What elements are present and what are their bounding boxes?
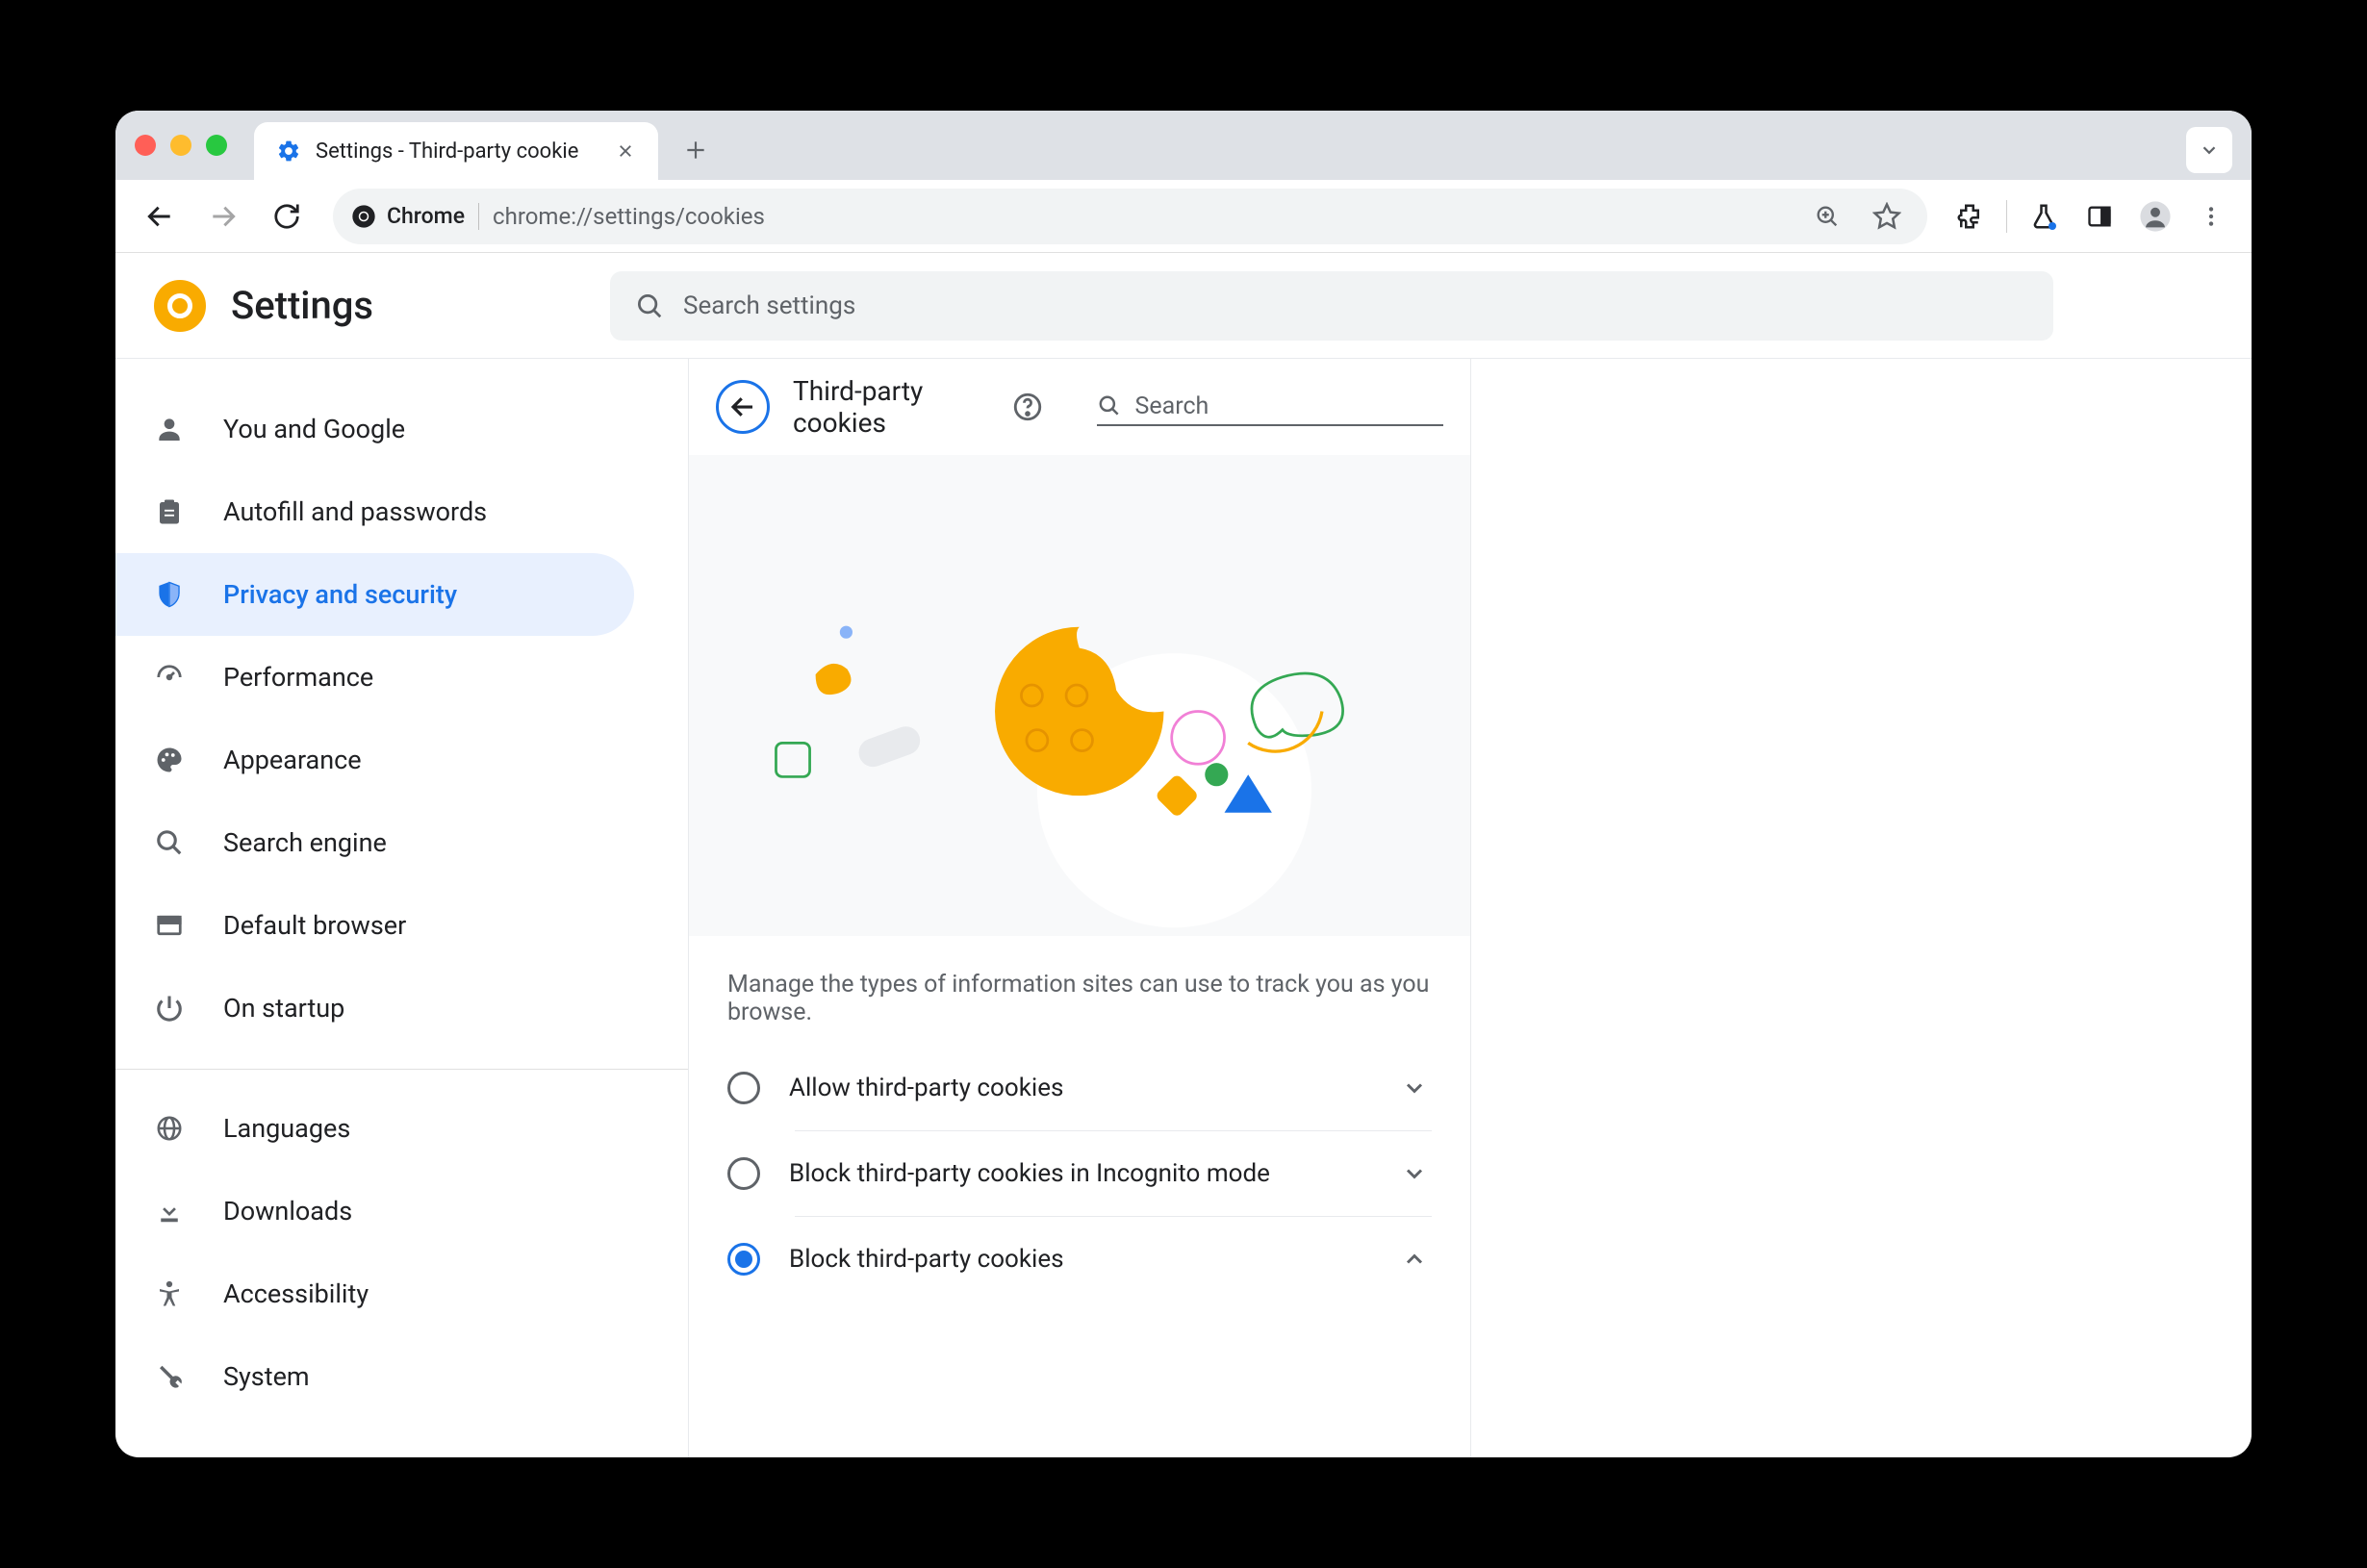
hero-illustration [689,455,1470,936]
sidebar-item-label: Privacy and security [223,579,457,610]
window-controls [135,135,227,156]
reload-button[interactable] [260,190,314,243]
settings-gear-icon [275,138,302,164]
sidebar-item-privacy-security[interactable]: Privacy and security [115,553,634,636]
globe-icon [152,1111,187,1146]
main-panel: Third-party cookies Search [688,359,1471,1457]
new-tab-button[interactable] [672,126,720,174]
sidebar-item-autofill[interactable]: Autofill and passwords [115,470,634,553]
labs-flask-icon[interactable] [2021,193,2067,240]
sidebar-item-label: Performance [223,662,373,693]
sidebar-item-label: Autofill and passwords [223,496,487,527]
panel-back-button[interactable] [716,380,770,434]
bookmark-star-icon[interactable] [1864,193,1910,240]
help-icon[interactable] [1008,388,1047,426]
close-tab-icon[interactable] [614,139,637,163]
panel-search[interactable]: Search [1097,389,1443,426]
radio-button-selected[interactable] [727,1243,760,1276]
radio-button[interactable] [727,1072,760,1104]
sidebar-item-label: Appearance [223,745,362,775]
option-label: Block third-party cookies [789,1245,1368,1274]
settings-app: Settings Search settings You and Google … [115,253,2252,1457]
download-icon [152,1194,187,1228]
close-window-button[interactable] [135,135,156,156]
chevron-up-icon[interactable] [1397,1242,1432,1277]
option-block-incognito[interactable]: Block third-party cookies in Incognito m… [689,1131,1470,1216]
chevron-down-icon[interactable] [1397,1071,1432,1105]
sidebar-item-label: Search engine [223,827,387,858]
radio-button[interactable] [727,1157,760,1190]
panel-header: Third-party cookies Search [689,359,1470,455]
accessibility-person-icon [152,1277,187,1311]
sidebar-item-label: Downloads [223,1196,352,1227]
tab-search-button[interactable] [2186,127,2232,173]
sidebar-item-system[interactable]: System [115,1335,634,1418]
sidebar-item-label: You and Google [223,414,405,444]
settings-search[interactable]: Search settings [610,271,2053,341]
option-label: Block third-party cookies in Incognito m… [789,1159,1368,1188]
sidebar-item-label: Accessibility [223,1278,369,1309]
sidebar-item-accessibility[interactable]: Accessibility [115,1252,634,1335]
clipboard-icon [152,494,187,529]
sidebar-item-label: Default browser [223,910,406,941]
forward-button[interactable] [196,190,250,243]
sidebar-item-label: System [223,1361,310,1392]
speedometer-icon [152,660,187,695]
browser-window-icon [152,908,187,943]
browser-toolbar: Chrome chrome://settings/cookies [115,180,2252,253]
sidebar-item-appearance[interactable]: Appearance [115,719,634,801]
person-icon [152,412,187,446]
site-chip: Chrome [350,203,479,230]
wrench-icon [152,1359,187,1394]
zoom-icon[interactable] [1804,193,1850,240]
sidebar-divider [115,1069,688,1070]
sidebar-item-search-engine[interactable]: Search engine [115,801,634,884]
url-text: chrome://settings/cookies [493,203,1791,230]
option-label: Allow third-party cookies [789,1074,1368,1102]
kebab-menu-icon[interactable] [2188,193,2234,240]
chrome-settings-logo-icon [154,280,206,332]
sidebar-item-downloads[interactable]: Downloads [115,1170,634,1252]
browser-tab[interactable]: Settings - Third-party cookie [254,122,658,180]
sidebar-item-default-browser[interactable]: Default browser [115,884,634,967]
tab-strip: Settings - Third-party cookie [115,111,2252,180]
chevron-down-icon[interactable] [1397,1156,1432,1191]
sidebar-item-on-startup[interactable]: On startup [115,967,634,1050]
tab-title: Settings - Third-party cookie [316,139,600,164]
sidebar-item-you-and-google[interactable]: You and Google [115,388,634,470]
extensions-icon[interactable] [1947,193,1993,240]
option-allow-third-party[interactable]: Allow third-party cookies [689,1046,1470,1130]
address-bar[interactable]: Chrome chrome://settings/cookies [333,189,1927,244]
sidebar-item-languages[interactable]: Languages [115,1087,634,1170]
search-icon [635,291,664,320]
side-panel-icon[interactable] [2076,193,2123,240]
site-chip-label: Chrome [387,203,465,229]
panel-title: Third-party cookies [793,375,985,439]
search-icon [1097,393,1122,418]
power-icon [152,991,187,1025]
settings-sidebar: You and Google Autofill and passwords Pr… [115,359,688,1457]
app-title: Settings [231,283,373,328]
palette-icon [152,743,187,777]
sidebar-item-performance[interactable]: Performance [115,636,634,719]
sidebar-item-label: On startup [223,993,344,1024]
minimize-window-button[interactable] [170,135,191,156]
sidebar-item-label: Languages [223,1113,350,1144]
panel-search-placeholder: Search [1135,392,1209,420]
browser-window: Settings - Third-party cookie Chrome [115,111,2252,1457]
profile-avatar-icon[interactable] [2132,193,2178,240]
maximize-window-button[interactable] [206,135,227,156]
search-icon [152,825,187,860]
settings-search-placeholder: Search settings [683,291,855,320]
option-block-third-party[interactable]: Block third-party cookies [689,1217,1470,1302]
shield-icon [152,577,187,612]
panel-description: Manage the types of information sites ca… [689,936,1470,1046]
app-header: Settings Search settings [115,253,2252,359]
back-button[interactable] [133,190,187,243]
